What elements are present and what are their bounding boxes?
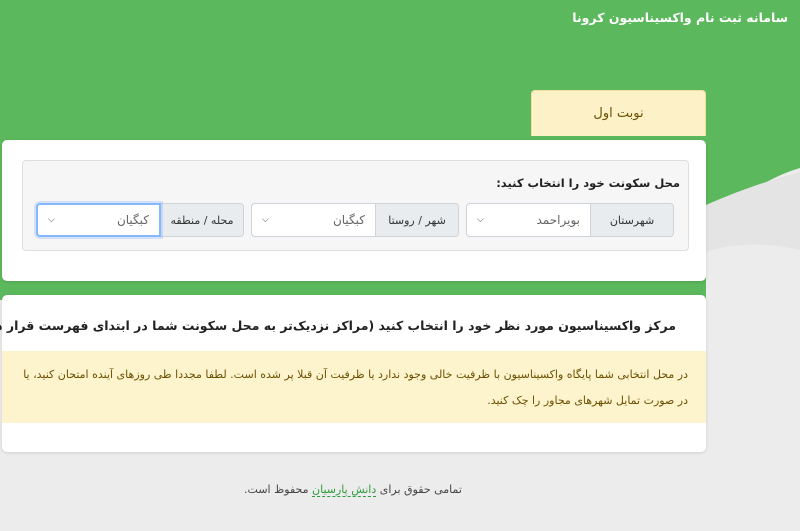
district-field: محله / منطقه کبگیان ⌵	[36, 203, 244, 237]
footer: تمامی حقوق برای دانش پارسیان محفوظ است.	[0, 483, 706, 497]
city-select[interactable]: کبگیان ⌵	[251, 203, 376, 237]
app-title: سامانه ثبت نام واکسیناسیون کرونا	[572, 10, 788, 25]
province-field: شهرستان بویراحمد ⌵	[466, 203, 674, 237]
residence-card: محل سکونت خود را انتخاب کنید: شهرستان بو…	[2, 140, 706, 281]
district-label: محله / منطقه	[161, 203, 244, 237]
footer-suffix: محفوظ است.	[244, 483, 309, 496]
residence-label: محل سکونت خود را انتخاب کنید:	[496, 176, 680, 190]
city-label: شهر / روستا	[376, 203, 459, 237]
chevron-down-icon: ⌵	[477, 215, 484, 225]
tab-first-dose-label: نوبت اول	[593, 106, 644, 121]
footer-company-link[interactable]: دانش پارسیان	[312, 483, 377, 497]
district-select[interactable]: کبگیان ⌵	[36, 203, 161, 237]
city-value: کبگیان	[332, 213, 365, 227]
district-value: کبگیان	[116, 213, 149, 227]
chevron-down-icon: ⌵	[262, 215, 269, 225]
province-value: بویراحمد	[536, 213, 581, 227]
no-capacity-alert: در محل انتخابی شما پایگاه واکسیناسیون با…	[2, 351, 706, 423]
tab-first-dose[interactable]: نوبت اول	[531, 90, 706, 136]
province-select[interactable]: بویراحمد ⌵	[466, 203, 591, 237]
residence-selector: محل سکونت خود را انتخاب کنید: شهرستان بو…	[22, 160, 689, 251]
center-heading: مرکز واکسیناسیون مورد نظر خود را انتخاب …	[0, 318, 676, 333]
page: سامانه ثبت نام واکسیناسیون کرونا نوبت او…	[0, 0, 800, 531]
province-label: شهرستان	[591, 203, 674, 237]
footer-prefix: تمامی حقوق برای	[379, 483, 462, 496]
chevron-down-icon: ⌵	[48, 215, 55, 225]
vaccination-center-card: مرکز واکسیناسیون مورد نظر خود را انتخاب …	[0, 295, 706, 452]
city-field: شهر / روستا کبگیان ⌵	[251, 203, 459, 237]
